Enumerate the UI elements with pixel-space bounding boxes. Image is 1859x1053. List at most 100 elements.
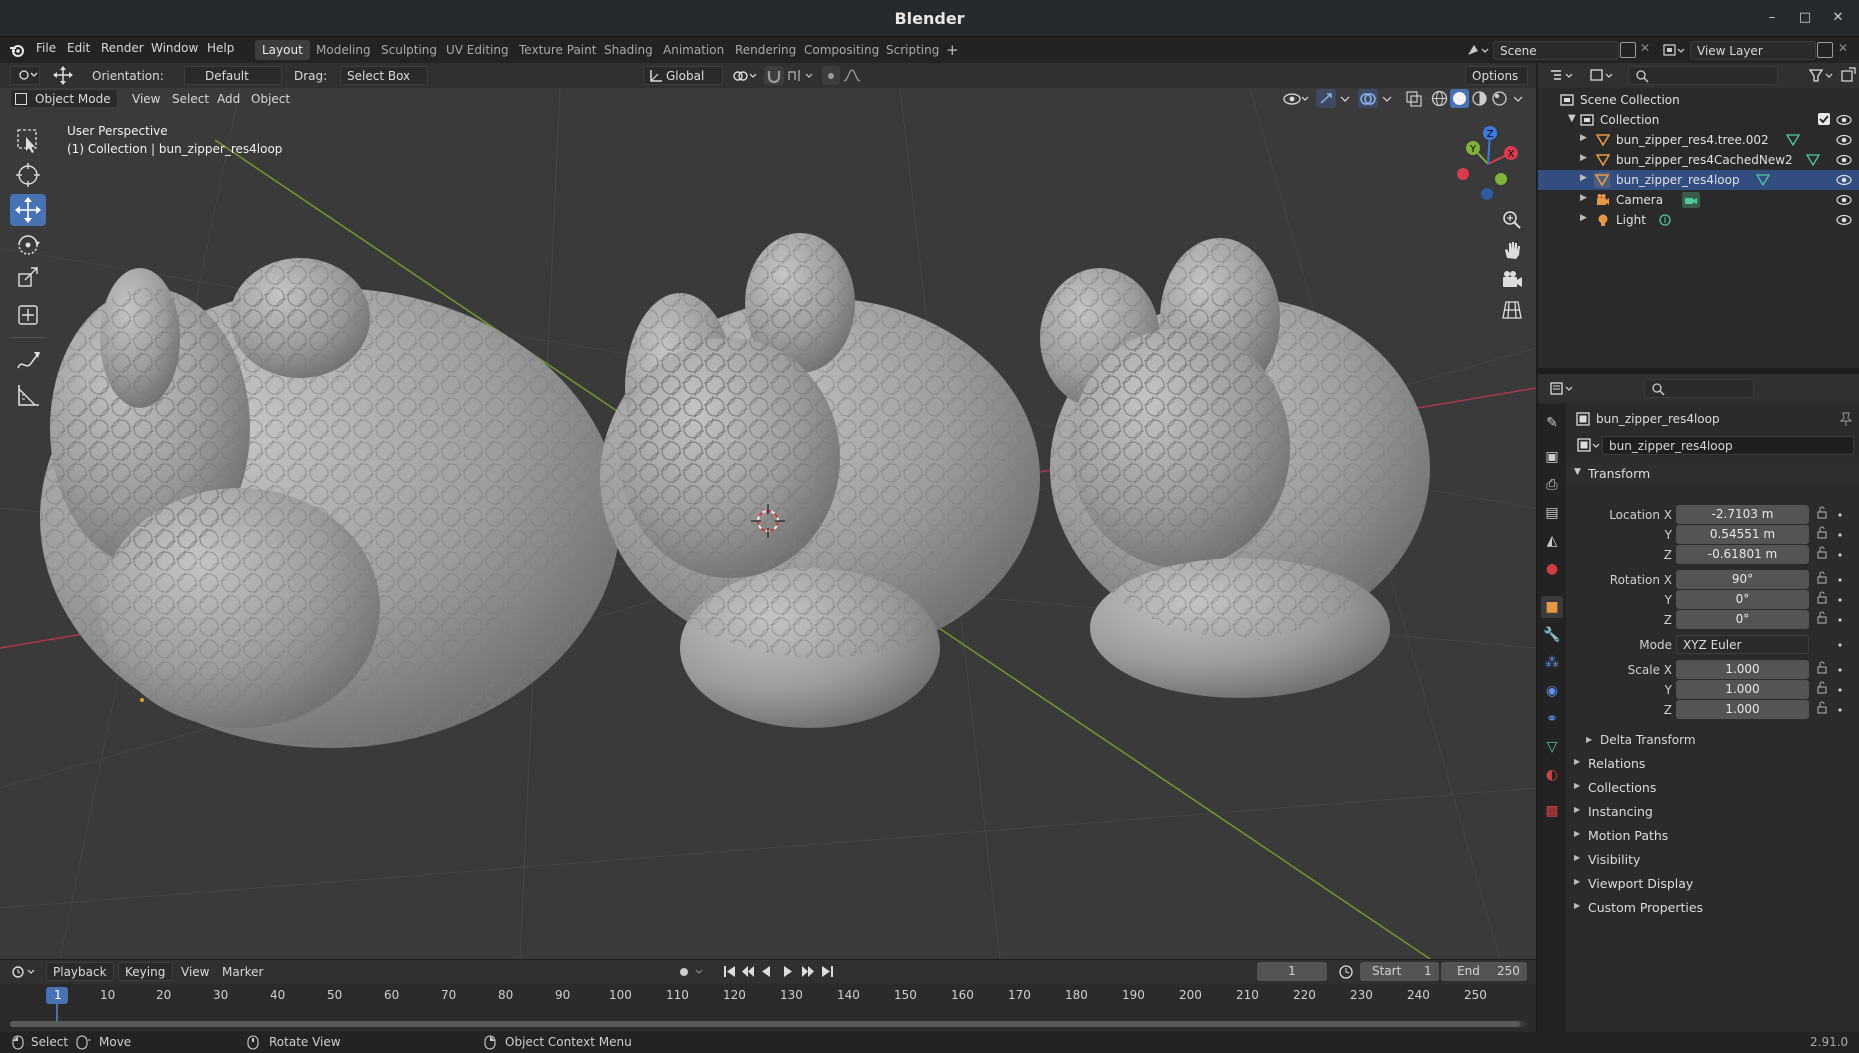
output-tab-icon[interactable]: ⎙ [1541, 474, 1563, 496]
options-dropdown[interactable]: Options [1465, 66, 1528, 85]
scene-selector-icon[interactable] [1464, 41, 1490, 60]
object-datablock-icon[interactable] [1576, 436, 1602, 456]
particles-tab-icon[interactable]: ⁂ [1541, 652, 1563, 674]
motion-paths-panel-header[interactable]: ▶ Motion Paths [1566, 824, 1859, 846]
timeline-scrollbar-thumb[interactable] [10, 1021, 1520, 1027]
new-scene-icon[interactable] [1620, 42, 1636, 58]
move-tool-icon[interactable] [52, 65, 74, 86]
cursor-tool[interactable] [10, 159, 46, 191]
rotation-y-field[interactable]: 0° [1676, 590, 1809, 609]
relations-panel-header[interactable]: ▶ Relations [1566, 752, 1859, 774]
solid-shading-icon[interactable] [1450, 89, 1469, 108]
custom-properties-panel-header[interactable]: ▶ Custom Properties [1566, 896, 1859, 918]
eye-icon[interactable] [1836, 153, 1852, 167]
delete-view-layer-icon[interactable]: ✕ [1838, 41, 1848, 55]
outliner-row-scene-collection[interactable]: Scene Collection [1538, 90, 1859, 110]
annotate-tool[interactable] [10, 344, 46, 376]
add-workspace-icon[interactable]: + [946, 41, 959, 59]
texture-tab-icon[interactable]: ▩ [1541, 800, 1563, 822]
outliner-row-camera[interactable]: ▶ Camera [1538, 190, 1859, 210]
snap-element-icon[interactable] [786, 66, 816, 85]
end-frame-field[interactable]: End 250 [1441, 962, 1527, 981]
viewport-menu-view[interactable]: View [132, 92, 160, 106]
expand-arrow-icon[interactable]: ▶ [1580, 213, 1587, 223]
visibility-panel-header[interactable]: ▶ Visibility [1566, 848, 1859, 870]
physics-tab-icon[interactable]: ◉ [1541, 680, 1563, 702]
timeline-scrollbar[interactable] [10, 1021, 1526, 1027]
playback-menu[interactable]: Playback [46, 962, 114, 981]
outliner-row-light[interactable]: ▶ Light [1538, 210, 1859, 230]
scene-name-field[interactable]: Scene [1493, 41, 1619, 60]
collapse-arrow-icon[interactable]: ▼ [1568, 113, 1576, 124]
tab-rendering[interactable]: Rendering [728, 40, 803, 60]
object-tab-icon[interactable]: ■ [1541, 596, 1563, 618]
current-frame-field[interactable]: 1 [1257, 962, 1327, 981]
outliner-editor-type-icon[interactable] [1548, 66, 1578, 85]
collections-panel-header[interactable]: ▶ Collections [1566, 776, 1859, 798]
outliner-row-object-selected[interactable]: ▶ bun_zipper_res4loop [1538, 170, 1859, 190]
filter-icon[interactable] [1808, 66, 1836, 85]
scale-tool[interactable] [10, 264, 46, 296]
display-mode-icon[interactable] [1588, 66, 1618, 85]
tab-scripting[interactable]: Scripting [879, 40, 946, 60]
eye-icon[interactable] [1836, 133, 1852, 147]
viewport-menu-object[interactable]: Object [251, 92, 290, 106]
eye-icon[interactable] [1836, 193, 1852, 207]
menu-window[interactable]: Window [151, 41, 198, 55]
outliner-row-object[interactable]: ▶ bun_zipper_res4.tree.002 [1538, 130, 1859, 150]
camera-view-icon[interactable] [1500, 268, 1524, 292]
wireframe-shading-icon[interactable] [1430, 89, 1449, 108]
rendered-shading-icon[interactable] [1490, 89, 1509, 108]
visibility-icon[interactable] [1282, 89, 1310, 108]
mesh-data-tab-icon[interactable]: ▽ [1541, 736, 1563, 758]
tool-settings-tab-icon[interactable]: ✎ [1541, 412, 1563, 434]
overlays-dropdown-icon[interactable] [1380, 89, 1394, 108]
preview-range-icon[interactable] [1338, 964, 1354, 980]
gizmo-toggle-icon[interactable] [1316, 89, 1336, 108]
view-layer-selector-icon[interactable] [1661, 41, 1687, 60]
gizmo-dropdown-icon[interactable] [1338, 89, 1352, 108]
pin-icon[interactable] [1840, 412, 1852, 426]
menu-file[interactable]: File [36, 41, 56, 55]
tab-layout[interactable]: Layout [255, 40, 310, 60]
expand-arrow-icon[interactable]: ▶ [1580, 173, 1587, 183]
pan-hand-icon[interactable] [1500, 238, 1524, 262]
overlays-toggle-icon[interactable] [1358, 89, 1378, 108]
menu-help[interactable]: Help [207, 41, 234, 55]
delta-expand-arrow-icon[interactable]: ▶ [1586, 735, 1592, 744]
new-view-layer-icon[interactable] [1817, 42, 1833, 58]
tab-animation[interactable]: Animation [656, 40, 731, 60]
timeline-view-menu[interactable]: View [181, 965, 209, 979]
properties-editor-type-icon[interactable] [1548, 379, 1578, 398]
eye-icon[interactable] [1836, 213, 1852, 227]
proportional-edit-icon[interactable] [822, 66, 840, 85]
tab-texture-paint[interactable]: Texture Paint [512, 40, 603, 60]
outliner-row-collection[interactable]: ▼ Collection [1538, 110, 1859, 130]
transform-tool[interactable] [10, 299, 46, 331]
zoom-icon[interactable] [1500, 208, 1524, 232]
scene-tab-icon[interactable]: ◭ [1541, 530, 1563, 552]
rotate-tool[interactable] [10, 229, 46, 261]
pivot-point-icon[interactable] [730, 66, 758, 85]
navigation-gizmo[interactable]: X Y Z [1443, 124, 1533, 204]
menu-edit[interactable]: Edit [67, 41, 90, 55]
scale-z-field[interactable]: 1.000 [1676, 700, 1809, 719]
tab-uv-editing[interactable]: UV Editing [439, 40, 516, 60]
delete-scene-icon[interactable]: ✕ [1640, 41, 1650, 55]
viewport-scene[interactable] [0, 88, 1536, 959]
location-z-field[interactable]: -0.61801 m [1676, 545, 1809, 564]
editor-type-dropdown[interactable] [10, 66, 40, 85]
expand-arrow-icon[interactable]: ▶ [1580, 153, 1587, 163]
start-frame-field[interactable]: Start 1 [1360, 962, 1439, 981]
world-tab-icon[interactable]: ● [1541, 558, 1563, 580]
timeline-editor-type-icon[interactable] [10, 962, 40, 981]
record-icon[interactable] [674, 962, 708, 981]
playback-controls[interactable] [722, 962, 842, 981]
new-collection-icon[interactable] [1840, 67, 1856, 83]
ortho-grid-icon[interactable] [1500, 298, 1524, 322]
keying-menu[interactable]: Keying [118, 962, 173, 981]
material-shading-icon[interactable] [1470, 89, 1489, 108]
viewport-display-panel-header[interactable]: ▶ Viewport Display [1566, 872, 1859, 894]
tab-shading[interactable]: Shading [597, 40, 660, 60]
tab-sculpting[interactable]: Sculpting [374, 40, 444, 60]
